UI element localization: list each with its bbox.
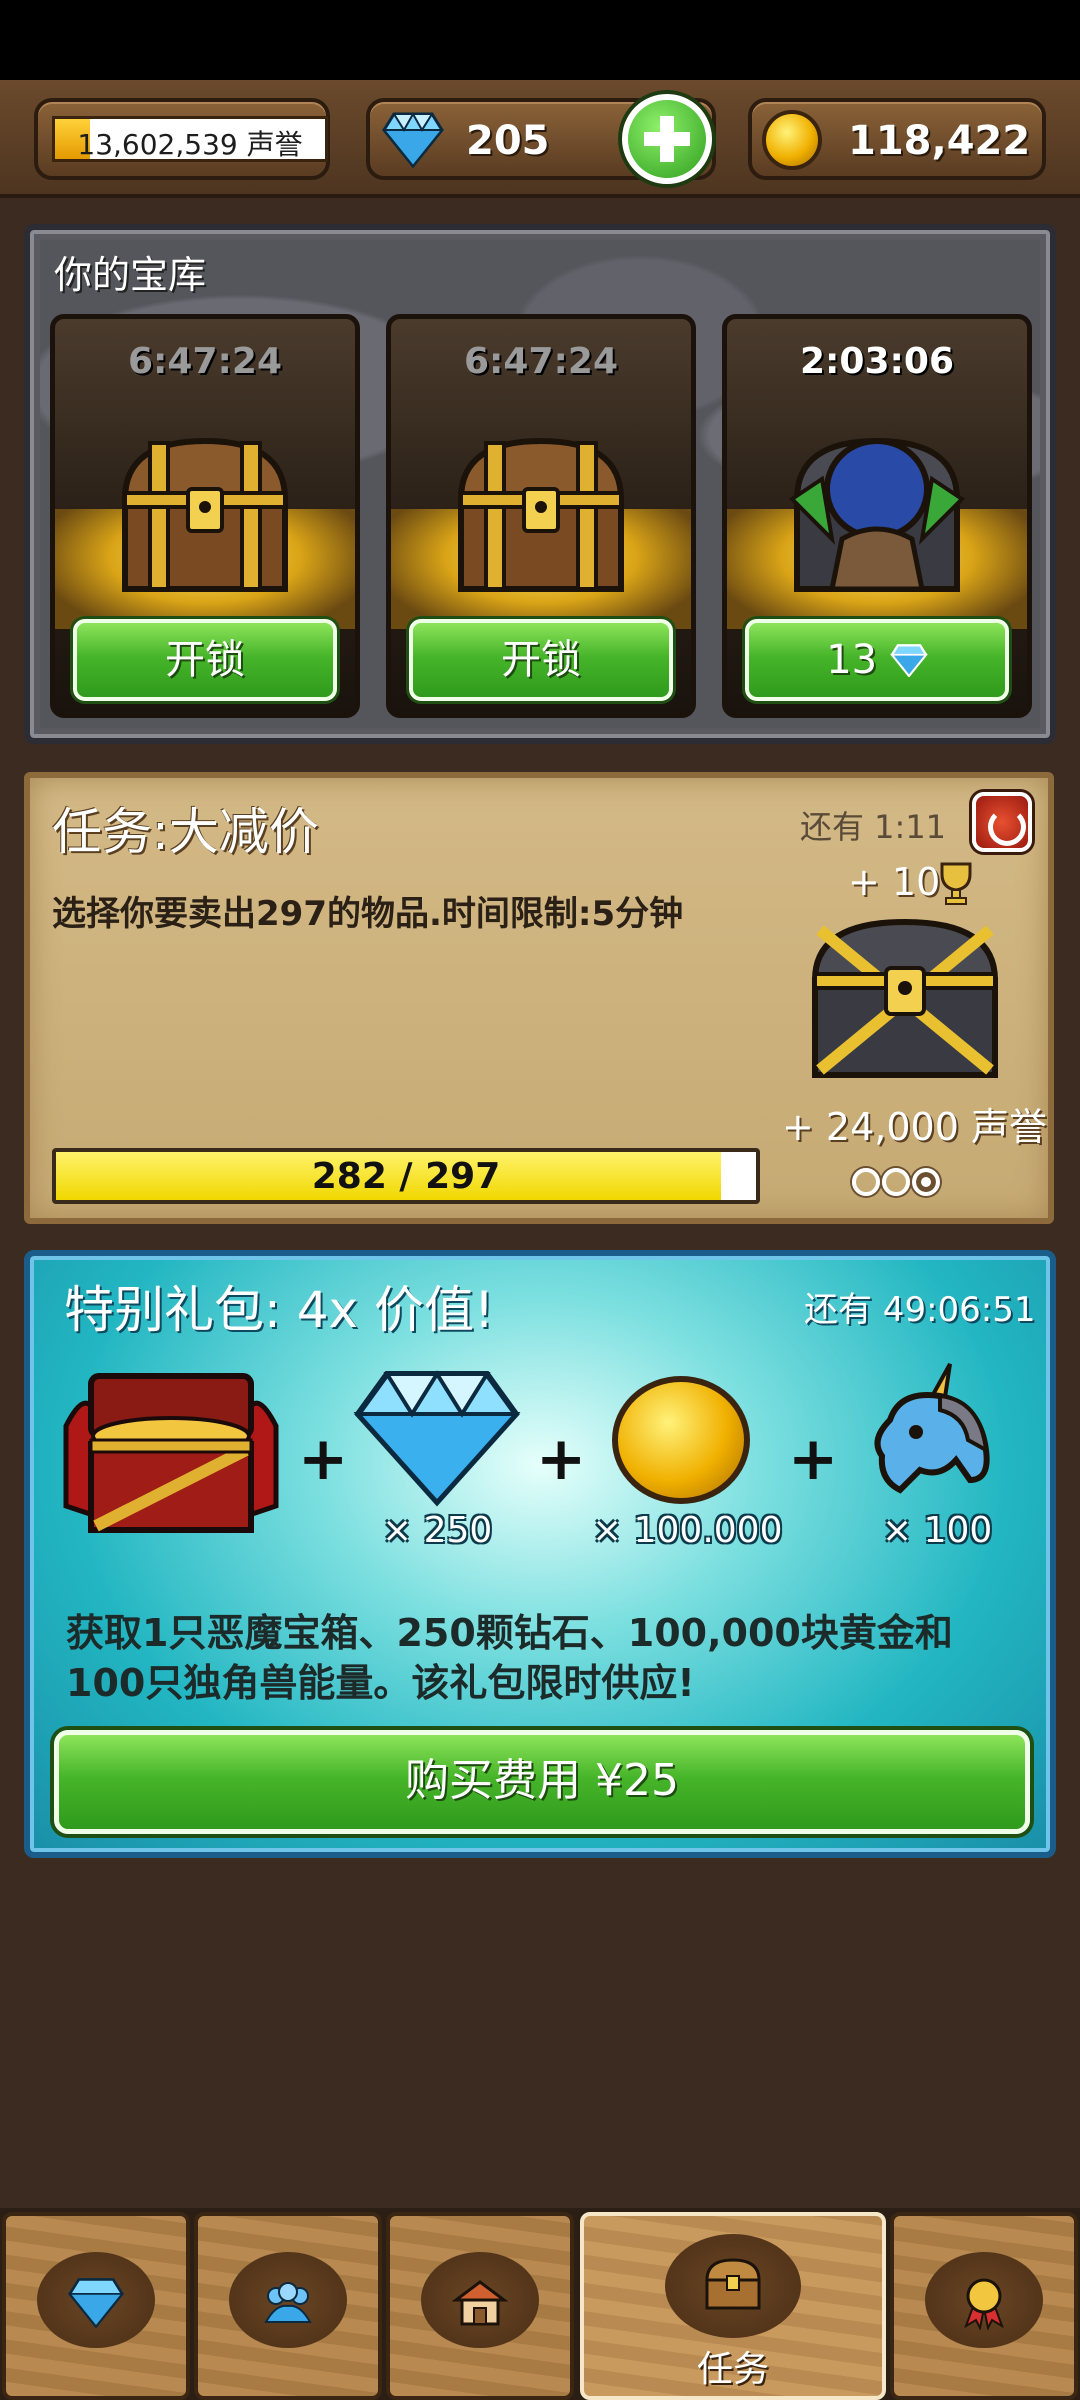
gold-coin-icon [612,1376,750,1504]
gold-pill: 118,422 [748,98,1046,180]
pack-description: 获取1只恶魔宝箱、250颗钻石、100,000块黄金和100只独角兽能量。该礼包… [66,1611,953,1705]
plus-icon: + [298,1424,349,1494]
diamond-icon [353,1370,521,1507]
quest-step-indicator [852,1168,942,1200]
nav-tab-gems[interactable] [2,2212,190,2400]
buy-pack-button[interactable]: 购买费用 ¥25 [54,1730,1030,1834]
quest-time-left: 还有 1:11 [800,808,947,846]
treasury-title: 你的宝库 [54,253,207,297]
chest-timer: 2:03:06 [799,341,955,382]
demon-chest-icon [63,1373,279,1533]
reputation-pill[interactable]: 13,602,539 声誉 [34,98,330,180]
diamond-icon [889,644,928,678]
system-status-bar [0,0,1080,80]
pack-title: 特别礼包: 4x 价值! [64,1281,495,1339]
gold-count: 118,422 [848,118,1031,164]
quest-step-dot [852,1168,880,1196]
plus-icon: + [536,1424,587,1494]
pack-time-left: 还有 49:06:51 [804,1290,1036,1330]
achievement-icon [964,2278,1004,2330]
nav-tab-quests[interactable]: 任务 [580,2212,886,2400]
speed-up-gems-button[interactable]: 13 [745,619,1009,701]
chest-timer: 6:47:24 [127,341,283,382]
nav-tab-achievements[interactable] [890,2212,1078,2400]
gem-icon [68,2278,124,2329]
gem-count: 205 [466,118,550,164]
chest-icon [705,2258,761,2310]
quest-step-dot [882,1168,910,1196]
refresh-quest-button[interactable] [972,792,1032,852]
reputation-reward: + 24,000 声誉 [782,1105,1047,1149]
unlock-button[interactable]: 开锁 [73,619,337,701]
quest-progress-bar: 282 / 297 [52,1148,760,1204]
progress-text: 282 / 297 [311,1156,501,1197]
nav-tab-friends[interactable] [194,2212,382,2400]
reputation-meter: 13,602,539 声誉 [52,116,328,162]
diamond-icon [382,111,444,168]
quest-title: 任务:大减价 [52,803,319,861]
wooden-chest-icon [121,437,289,592]
plus-icon: + [788,1424,839,1494]
trophy-icon [940,862,972,905]
gold-coin-icon [762,110,822,170]
chest-slot-3[interactable]: 2:03:06 13 [722,314,1032,718]
resource-bar: 13,602,539 声誉 205 118,422 [0,80,1080,198]
chest-slot-1[interactable]: 6:47:24 开锁 [50,314,360,718]
reputation-value: 13,602,539 声誉 [77,128,303,161]
unicorn-qty: × 100 [882,1510,993,1551]
bottom-nav: 任务 [0,2208,1080,2400]
nav-tab-shop[interactable] [386,2212,574,2400]
shop-icon [452,2280,508,2326]
nav-label: 任务 [696,2349,769,2390]
gem-cost: 13 [826,637,878,683]
gold-qty: × 100.000 [592,1510,783,1551]
reward-chest-icon [811,918,999,1078]
goblin-chest-icon [788,437,966,592]
unlock-button[interactable]: 开锁 [409,619,673,701]
wooden-chest-icon [457,437,625,592]
quest-step-dot [912,1168,940,1196]
buy-gems-button[interactable] [622,94,712,184]
trophy-reward: + 10 [848,860,941,904]
quest-panel: 任务:大减价 还有 1:11 选择你要卖出297的物品.时间限制:5分钟 + 1… [24,772,1054,1224]
special-pack-panel: 特别礼包: 4x 价值! 还有 49:06:51 + × 250 + × 100… [24,1250,1056,1858]
quest-description: 选择你要卖出297的物品.时间限制:5分钟 [52,894,684,934]
friends-icon [264,2282,312,2323]
treasury-panel: 你的宝库 6:47:24 开锁 6:47:24 开锁 2:03:06 13 [24,224,1056,744]
unicorn-icon [874,1363,990,1494]
chest-timer: 6:47:24 [463,341,619,382]
diamond-qty: × 250 [382,1510,493,1551]
game-screen: 13,602,539 声誉 205 118,422 你的宝库 6:47:24 开… [0,0,1080,2400]
chest-slot-2[interactable]: 6:47:24 开锁 [386,314,696,718]
